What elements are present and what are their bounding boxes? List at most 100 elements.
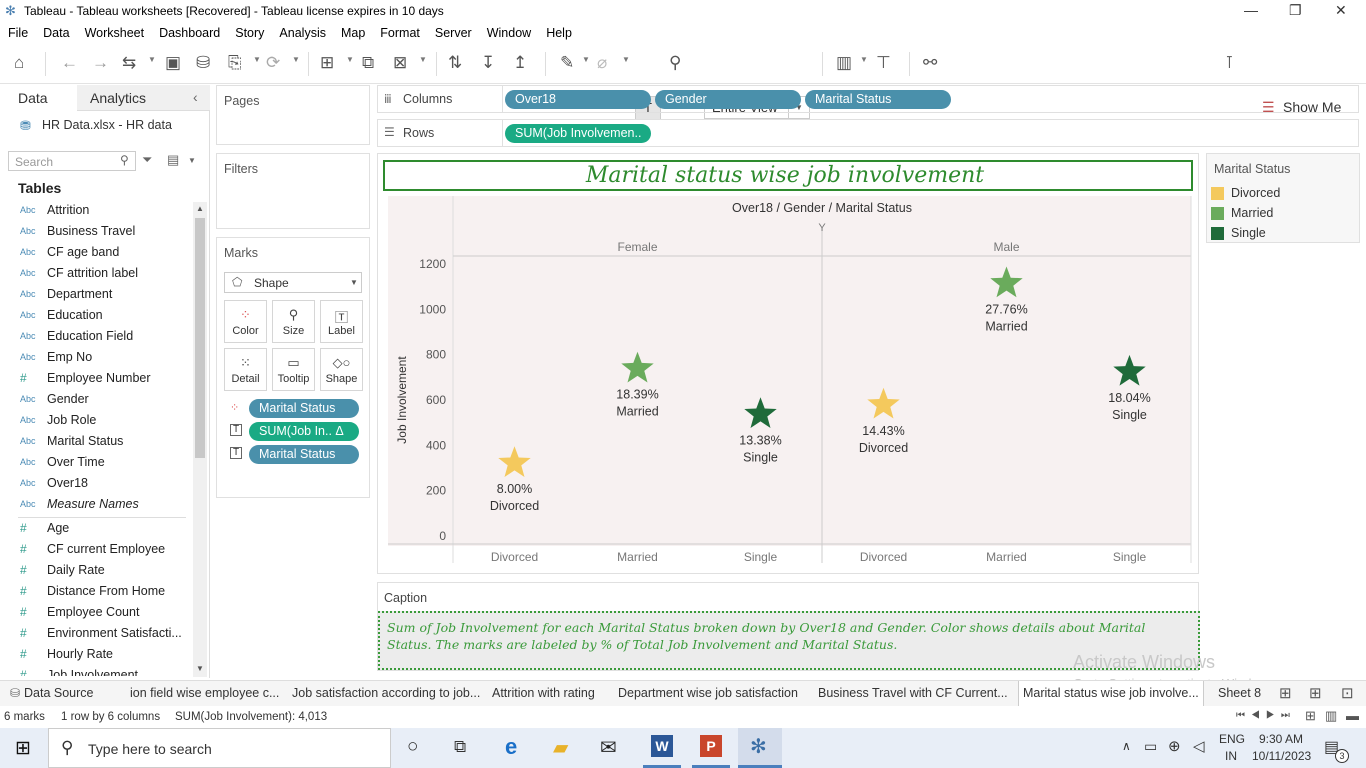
battery-icon[interactable]: ▭	[1144, 738, 1157, 755]
show-cards-icon[interactable]: ▥	[836, 52, 852, 74]
file-explorer-icon[interactable]: ▰	[553, 735, 568, 760]
sheet-tab[interactable]: Data Source	[24, 681, 124, 707]
language-region[interactable]: IN	[1225, 749, 1237, 763]
menu-item-analysis[interactable]: Analysis	[271, 23, 333, 40]
columns-pill-gender[interactable]: Gender	[655, 90, 801, 109]
new-worksheet-icon[interactable]: ⊞	[320, 52, 334, 74]
format-painter-icon[interactable]: ⊺	[1225, 52, 1234, 74]
columns-pill-over18[interactable]: Over18	[505, 90, 651, 109]
legend-swatch[interactable]	[1211, 227, 1224, 240]
sheet-tab[interactable]: Business Travel with CF Current...	[818, 681, 1008, 707]
menu-item-data[interactable]: Data	[35, 23, 76, 40]
field-item[interactable]: # Hourly Rate	[0, 645, 190, 666]
legend-swatch[interactable]	[1211, 207, 1224, 220]
menu-item-format[interactable]: Format	[372, 23, 427, 40]
field-item[interactable]: Abc Attrition	[0, 201, 190, 222]
new-worksheet-icon[interactable]: ⊞	[1279, 684, 1292, 702]
marks-pill-color[interactable]: Marital Status	[249, 399, 359, 418]
powerpoint-app[interactable]: P	[692, 728, 730, 768]
field-item[interactable]: Abc Gender	[0, 390, 190, 411]
field-item[interactable]: Abc Education Field	[0, 327, 190, 348]
clock-time[interactable]: 9:30 AM	[1259, 732, 1303, 746]
field-item[interactable]: Abc Education	[0, 306, 190, 327]
field-item[interactable]: # Employee Count	[0, 603, 190, 624]
marks-pill-label-2[interactable]: Marital Status	[249, 445, 359, 464]
replay-icon[interactable]: ⇆	[122, 52, 136, 74]
chevron-down-icon[interactable]: ▼	[188, 156, 196, 165]
field-item[interactable]: Abc Over Time	[0, 453, 190, 474]
rows-pill-job-involvement[interactable]: SUM(Job Involvemen..	[505, 124, 651, 143]
presentation-mode-icon[interactable]: ⊤	[876, 52, 891, 74]
tab-view-icon[interactable]: ▬	[1346, 708, 1359, 723]
collapse-icon[interactable]: ‹	[193, 89, 198, 105]
mark-type-dropdown[interactable]: ⬠ Shape ▼	[224, 272, 362, 293]
tableau-app[interactable]: ✻	[738, 728, 782, 768]
menu-item-file[interactable]: File	[0, 23, 35, 40]
tab-data[interactable]: Data	[0, 85, 77, 111]
chevron-down-icon[interactable]: ▼	[253, 55, 261, 64]
clear-sheet-icon[interactable]: ⊠	[393, 52, 407, 74]
save-icon[interactable]: ▣	[165, 52, 181, 74]
filters-card[interactable]: Filters	[216, 153, 370, 229]
new-story-icon[interactable]: ⊡	[1341, 684, 1354, 702]
sheet-tab[interactable]: Department wise job satisfaction	[618, 681, 810, 707]
sheet-tab[interactable]: Sheet 8	[1218, 681, 1268, 707]
minimize-button[interactable]: —	[1244, 2, 1258, 18]
chevron-down-icon[interactable]: ▼	[860, 55, 868, 64]
language-code[interactable]: ENG	[1219, 732, 1245, 746]
field-item[interactable]: Abc Measure Names	[0, 495, 190, 516]
chevron-up-icon[interactable]: ∧	[1122, 739, 1131, 753]
volume-icon[interactable]: ◁	[1193, 737, 1205, 755]
detail-button[interactable]: ⁙ Detail	[224, 348, 267, 391]
sheet-tab[interactable]: ion field wise employee c...	[130, 681, 280, 707]
field-item[interactable]: Abc Business Travel	[0, 222, 190, 243]
scrollbar[interactable]: ▲ ▼	[193, 202, 207, 677]
chevron-down-icon[interactable]: ▼	[582, 55, 590, 64]
mail-icon[interactable]: ✉	[600, 735, 617, 760]
menu-item-map[interactable]: Map	[333, 23, 372, 40]
field-item[interactable]: Abc Emp No	[0, 348, 190, 369]
field-item[interactable]: # Job Involvement	[0, 666, 190, 676]
menu-item-window[interactable]: Window	[479, 23, 538, 40]
sort-ascending-icon[interactable]: ↧	[481, 52, 495, 74]
search-field[interactable]: Search ⚲	[8, 151, 136, 171]
field-item[interactable]: # Environment Satisfacti...	[0, 624, 190, 645]
taskbar-search-input[interactable]: Type here to search	[88, 741, 212, 757]
search-input[interactable]: Search	[15, 155, 53, 169]
chevron-down-icon[interactable]: ▼	[292, 55, 300, 64]
chevron-down-icon[interactable]: ▼	[419, 55, 427, 64]
new-datasource-icon[interactable]: ⛁	[196, 52, 210, 74]
grid-view-icon[interactable]: ⊞	[1305, 708, 1316, 724]
clock-date[interactable]: 10/11/2023	[1252, 749, 1311, 763]
share-icon[interactable]: ⚯	[923, 52, 937, 74]
columns-shelf[interactable]: ⅲ Columns Over18 Gender Marital Status	[377, 85, 1359, 113]
field-item[interactable]: Abc CF age band	[0, 243, 190, 264]
shape-button[interactable]: ◇○ Shape	[320, 348, 363, 391]
word-app[interactable]: W	[643, 728, 681, 768]
sheet-tab[interactable]: Job satisfaction according to job...	[292, 681, 482, 707]
redo-icon[interactable]: →	[92, 52, 109, 74]
field-item[interactable]: Abc Marital Status	[0, 432, 190, 453]
chevron-down-icon[interactable]: ▼	[148, 55, 156, 64]
legend-label[interactable]: Single	[1231, 226, 1266, 240]
legend-label[interactable]: Married	[1231, 206, 1273, 220]
view-options-icon[interactable]: ▤	[167, 152, 179, 168]
field-item[interactable]: # Daily Rate	[0, 561, 190, 582]
label-button[interactable]: 🅃 Label	[320, 300, 363, 343]
chevron-down-icon[interactable]: ▼	[622, 55, 630, 64]
fix-axes-icon[interactable]: ⚲	[669, 52, 681, 74]
menu-item-worksheet[interactable]: Worksheet	[77, 23, 152, 40]
menu-item-story[interactable]: Story	[227, 23, 271, 40]
size-button[interactable]: ⚲ Size	[272, 300, 315, 343]
sort-descending-icon[interactable]: ↥	[513, 52, 527, 74]
chevron-down-icon[interactable]: ▼	[346, 55, 354, 64]
filter-icon[interactable]: ⏷	[142, 152, 152, 168]
legend-label[interactable]: Divorced	[1231, 186, 1280, 200]
windows-start-icon[interactable]: ⊞	[15, 737, 31, 760]
home-icon[interactable]: ⌂	[14, 52, 24, 74]
duplicate-sheet-icon[interactable]: ⧉	[362, 52, 374, 74]
menu-item-dashboard[interactable]: Dashboard	[151, 23, 227, 40]
field-item[interactable]: # Age	[0, 519, 190, 540]
marks-pill-label[interactable]: SUM(Job In.. Δ	[249, 422, 359, 441]
datasource-name[interactable]: HR Data.xlsx - HR data	[42, 118, 172, 132]
